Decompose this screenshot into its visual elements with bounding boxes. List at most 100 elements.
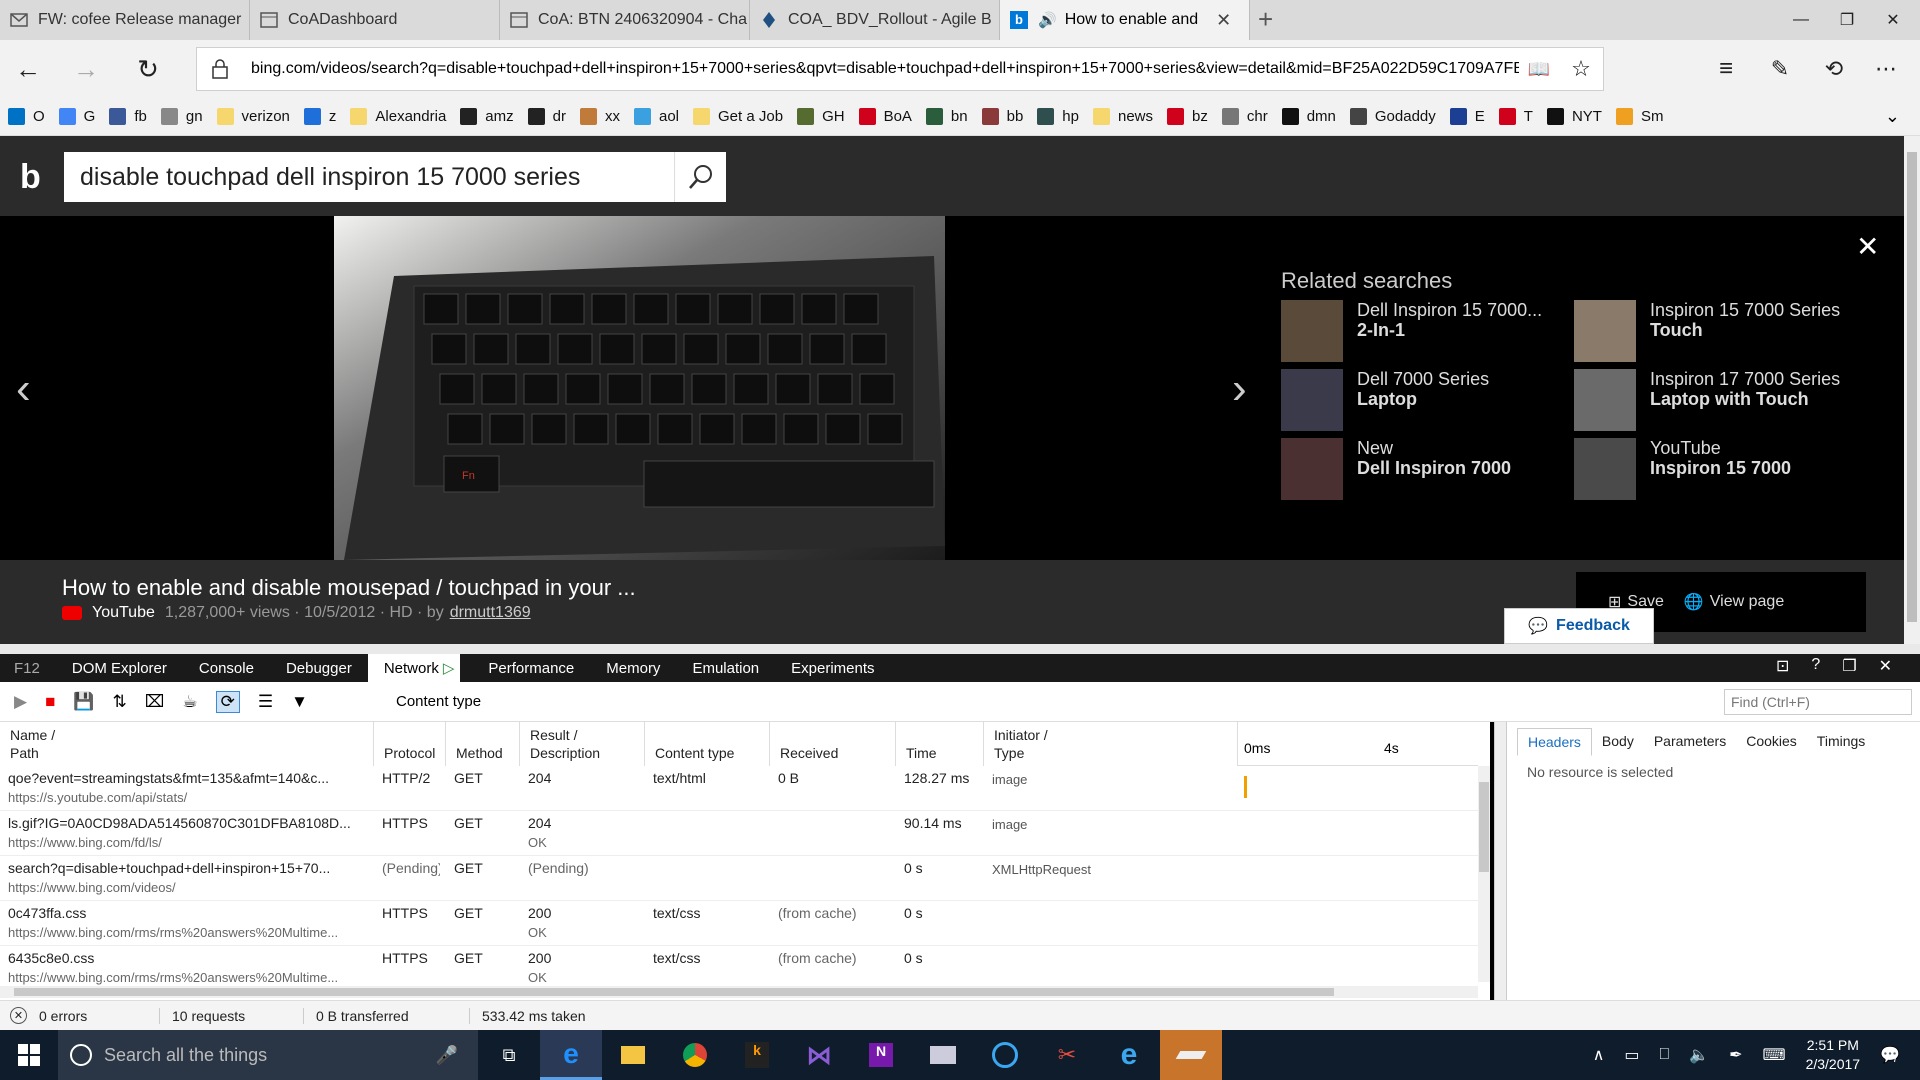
favorite-item[interactable]: fb [109, 108, 147, 125]
column-header[interactable]: Received [770, 722, 896, 766]
related-search-item[interactable]: YouTube Inspiron 15 7000 [1574, 438, 1864, 500]
favorite-item[interactable]: Get a Job [693, 108, 783, 125]
favorite-item[interactable]: dmn [1281, 108, 1336, 125]
favorite-item[interactable]: dr [527, 108, 566, 125]
favorites-overflow-icon[interactable]: ⌄ [1885, 106, 1900, 127]
grid-horizontal-scrollbar[interactable] [0, 986, 1478, 998]
favorite-item[interactable]: verizon [216, 108, 290, 125]
related-search-item[interactable]: Dell Inspiron 15 7000... 2-In-1 [1281, 300, 1571, 362]
detail-tab-timings[interactable]: Timings [1807, 728, 1876, 756]
stop-profiling-icon[interactable]: ■ [45, 692, 55, 712]
column-header[interactable]: Result / Description [520, 722, 645, 766]
network-row[interactable]: search?q=disable+touchpad+dell+inspiron+… [0, 856, 1478, 901]
browser-tab[interactable]: COA_ BDV_Rollout - Agile B [750, 0, 1000, 40]
video-title[interactable]: How to enable and disable mousepad / tou… [62, 575, 636, 601]
column-header[interactable]: Name / Path [0, 722, 374, 766]
favorite-item[interactable]: bn [925, 108, 968, 125]
devtools-tab-memory[interactable]: Memory [590, 654, 676, 682]
onenote-icon[interactable]: N [850, 1030, 912, 1080]
help-icon[interactable]: ? [1811, 656, 1820, 676]
console-toggle-icon[interactable]: ⊡ [1776, 656, 1789, 676]
browser-tab[interactable]: FW: cofee Release manager [0, 0, 250, 40]
close-devtools-icon[interactable]: ✕ [1879, 656, 1892, 676]
favorite-item[interactable]: Godaddy [1349, 108, 1436, 125]
internet-explorer-icon[interactable]: e [1098, 1030, 1160, 1080]
favorite-item[interactable]: E [1449, 108, 1485, 125]
task-view-icon[interactable]: ⧉ [478, 1030, 540, 1080]
view-page-button[interactable]: View page [1710, 593, 1784, 611]
related-search-item[interactable]: Inspiron 15 7000 Series Touch [1574, 300, 1864, 362]
start-button[interactable] [0, 1030, 58, 1080]
column-header[interactable]: Protocol [374, 722, 446, 766]
column-header[interactable]: Initiator / Type [984, 722, 1238, 766]
favorite-item[interactable]: gn [160, 108, 203, 125]
edge-icon[interactable]: e [540, 1030, 602, 1080]
find-input[interactable]: Find (Ctrl+F) [1724, 689, 1912, 715]
network-icon[interactable]: ⎕ [1660, 1046, 1670, 1064]
detail-tab-body[interactable]: Body [1592, 728, 1644, 756]
favorite-star-icon[interactable]: ☆ [1559, 56, 1603, 82]
favorite-item[interactable]: aol [633, 108, 679, 125]
microphone-icon[interactable]: 🎤 [436, 1045, 458, 1066]
more-icon[interactable]: ⋯ [1866, 49, 1906, 89]
related-search-item[interactable]: New Dell Inspiron 7000 [1281, 438, 1571, 500]
kindle-icon[interactable]: k [726, 1030, 788, 1080]
undock-icon[interactable]: ❐ [1842, 656, 1856, 676]
bing-logo[interactable]: b [20, 160, 41, 194]
close-window-button[interactable]: ✕ [1870, 0, 1916, 40]
video-author-link[interactable]: drmutt1369 [450, 604, 531, 622]
action-center-icon[interactable]: 💬 7 [1880, 1045, 1900, 1065]
filter-icon[interactable]: ▼ [291, 692, 308, 712]
active-app-icon[interactable] [1160, 1030, 1222, 1080]
favorite-item[interactable]: Alexandria [350, 108, 446, 125]
clear-session-icon[interactable]: ⌧ [145, 692, 165, 712]
devtools-tab-dom-explorer[interactable]: DOM Explorer [56, 654, 183, 682]
favorite-item[interactable]: hp [1037, 108, 1079, 125]
file-explorer-icon[interactable] [602, 1030, 664, 1080]
devtools-tab-console[interactable]: Console [183, 654, 270, 682]
back-button[interactable]: ← [8, 49, 48, 89]
tray-chevron-icon[interactable]: ∧ [1593, 1045, 1605, 1065]
devtools-tab-experiments[interactable]: Experiments [775, 654, 890, 682]
search-input[interactable]: disable touchpad dell inspiron 15 7000 s… [64, 163, 674, 192]
reading-view-icon[interactable]: 📖 [1519, 59, 1559, 80]
favorite-item[interactable]: O [8, 108, 45, 125]
browser-tab[interactable]: CoADashboard [250, 0, 500, 40]
search-icon[interactable] [674, 152, 726, 202]
grid-vertical-scrollbar[interactable] [1478, 766, 1490, 982]
favorite-item[interactable]: chr [1221, 108, 1268, 125]
minimize-button[interactable]: — [1778, 0, 1824, 40]
column-header[interactable]: Content type [645, 722, 770, 766]
favorite-item[interactable]: GH [797, 108, 845, 125]
column-header[interactable]: Method [446, 722, 520, 766]
start-profiling-icon[interactable]: ▶ [14, 692, 27, 712]
import-icon[interactable]: ⇅ [113, 692, 127, 712]
favorite-item[interactable]: amz [460, 108, 514, 125]
devtools-tab-performance[interactable]: Performance [472, 654, 590, 682]
favorite-item[interactable]: news [1092, 108, 1153, 125]
devtools-tab-f12[interactable]: F12 [0, 654, 56, 682]
detail-tab-cookies[interactable]: Cookies [1736, 728, 1807, 756]
browser-tab[interactable]: CoA: BTN 2406320904 - Cha [500, 0, 750, 40]
search-box[interactable]: disable touchpad dell inspiron 15 7000 s… [64, 152, 726, 202]
app-icon[interactable] [912, 1030, 974, 1080]
content-type-filter[interactable]: Content type [396, 693, 481, 710]
volume-icon[interactable]: 🔈 [1689, 1045, 1709, 1065]
browser-tab-active[interactable]: b 🔊 How to enable and ✕ [1000, 0, 1250, 40]
favorite-item[interactable]: NYT [1546, 108, 1602, 125]
share-icon[interactable]: ⟲ [1814, 49, 1854, 89]
skype-icon[interactable] [974, 1030, 1036, 1080]
cortana-search-box[interactable]: Search all the things 🎤 [58, 1030, 478, 1080]
column-header[interactable]: Time [896, 722, 984, 766]
devtools-tab-emulation[interactable]: Emulation [676, 654, 775, 682]
web-note-icon[interactable]: ✎ [1760, 49, 1800, 89]
forward-button[interactable]: → [66, 49, 106, 89]
speaker-icon[interactable]: 🔊 [1038, 11, 1057, 29]
new-tab-button[interactable]: + [1258, 4, 1273, 35]
favorite-item[interactable]: Sm [1615, 108, 1663, 125]
devtools-tab-network[interactable]: Network [367, 654, 455, 682]
maximize-button[interactable]: ❐ [1824, 0, 1870, 40]
page-scrollbar[interactable] [1904, 136, 1920, 644]
always-refresh-icon[interactable]: ⟳ [215, 691, 240, 713]
detail-tab-parameters[interactable]: Parameters [1644, 728, 1736, 756]
